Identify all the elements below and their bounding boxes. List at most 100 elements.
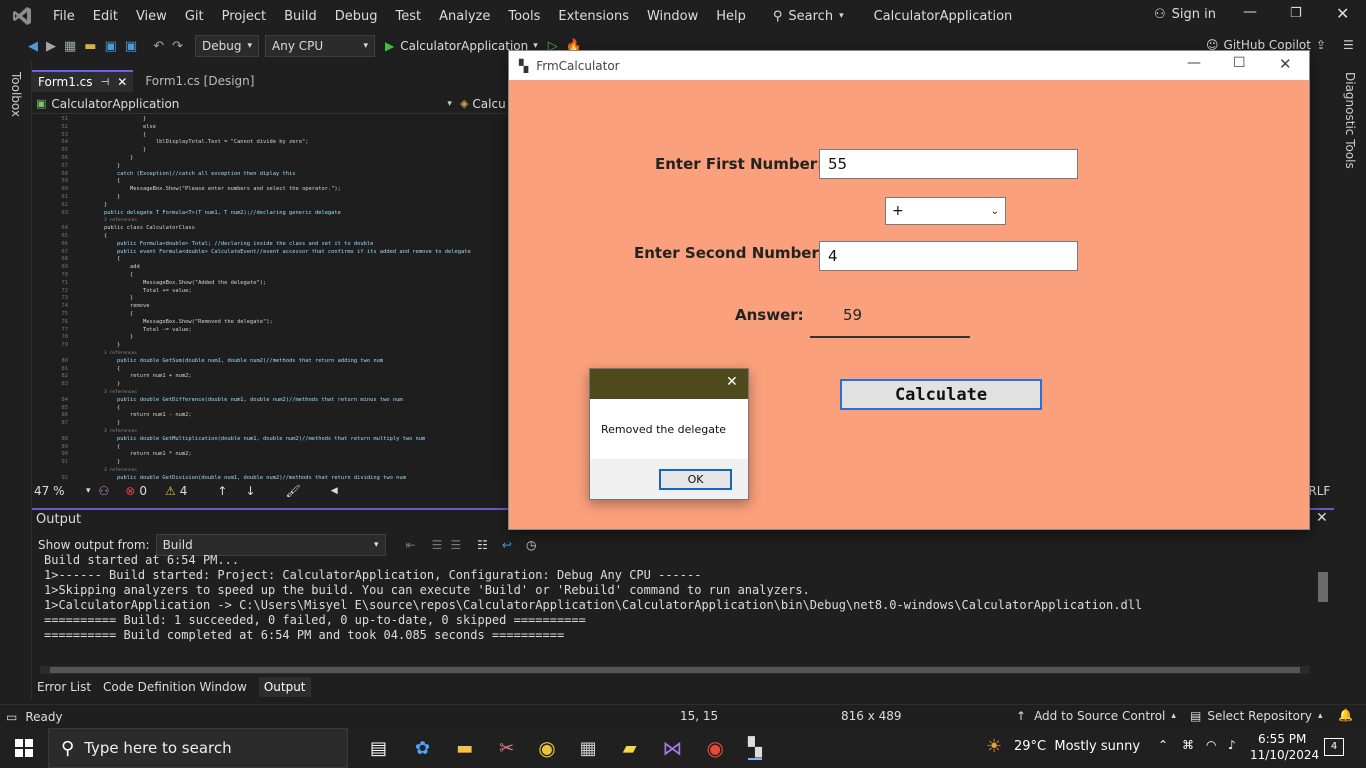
tab-error-list[interactable]: Error List xyxy=(37,680,91,694)
sticky-notes-icon[interactable]: ▰ xyxy=(623,738,637,759)
volume-icon[interactable]: ♪ xyxy=(1228,738,1236,752)
menu-edit[interactable]: Edit xyxy=(84,9,127,24)
file-explorer-icon[interactable]: ▬ xyxy=(456,738,473,759)
form-title-bar[interactable]: ▚ FrmCalculator — ☐ ✕ xyxy=(509,51,1309,80)
code-lens-references[interactable]: 3 references xyxy=(104,350,137,358)
close-button[interactable]: ✕ xyxy=(1336,4,1349,23)
wifi-icon[interactable]: ◠ xyxy=(1206,738,1216,752)
scrollbar-thumb[interactable] xyxy=(1318,572,1328,602)
output-text[interactable]: Build started at 6:54 PM... 1>------ Buil… xyxy=(44,553,1142,643)
chevron-up-icon[interactable]: ⌃ xyxy=(1158,738,1168,752)
warning-count[interactable]: 4 xyxy=(180,484,188,498)
form-minimize-button[interactable]: — xyxy=(1187,55,1201,71)
chrome-icon[interactable]: ◉ xyxy=(538,736,555,760)
menu-extensions[interactable]: Extensions xyxy=(549,9,638,24)
chevron-down-icon[interactable]: ▾ xyxy=(86,486,91,496)
tab-code-definition[interactable]: Code Definition Window xyxy=(103,680,247,694)
source-control-button[interactable]: ↑ Add to Source Control ▴ xyxy=(1016,709,1176,723)
chrome-profile-icon[interactable]: ◉ xyxy=(707,736,724,760)
minimize-button[interactable]: — xyxy=(1243,4,1257,20)
diagnostic-tools-tab[interactable]: Diagnostic Tools xyxy=(1343,72,1357,169)
share-icon[interactable]: ⇪ xyxy=(1316,38,1326,52)
select-repository-button[interactable]: ▤ Select Repository ▴ xyxy=(1190,709,1323,723)
windows-start-icon[interactable] xyxy=(0,739,48,757)
code-lens-references[interactable]: 3 references xyxy=(104,217,137,225)
menu-window[interactable]: Window xyxy=(638,9,707,24)
feedback-icon[interactable]: ☰ xyxy=(1343,38,1354,52)
menu-test[interactable]: Test xyxy=(387,9,431,24)
zoom-level[interactable]: 47 % xyxy=(34,484,86,498)
weather-text[interactable]: 29°C Mostly sunny xyxy=(1014,739,1140,754)
toolbox-tab[interactable]: Toolbox xyxy=(9,72,23,117)
warning-icon[interactable]: ⚠ xyxy=(165,484,176,498)
restore-button[interactable]: ❐ xyxy=(1290,6,1302,21)
operator-select[interactable]: + ⌄ xyxy=(885,197,1006,225)
forward-icon[interactable]: ▶ xyxy=(46,39,56,54)
output-scrollbar[interactable] xyxy=(1318,558,1328,658)
undo-icon[interactable]: ↶ xyxy=(153,39,164,54)
menu-tools[interactable]: Tools xyxy=(499,9,549,24)
form-close-button[interactable]: ✕ xyxy=(1279,55,1292,73)
first-number-input[interactable]: 55 xyxy=(819,149,1078,179)
search-box[interactable]: ⚲ Search ▾ xyxy=(773,9,844,24)
word-wrap-icon[interactable]: ↩ xyxy=(502,538,512,552)
second-number-input[interactable]: 4 xyxy=(819,241,1078,271)
code-editor[interactable]: 51 } 52 else 53 {54 lblDisplayTotal.Text =… xyxy=(32,114,508,482)
pin-icon[interactable]: ⊣ xyxy=(101,77,110,88)
dialog-title-bar[interactable]: ✕ xyxy=(590,369,748,399)
code-lens-references[interactable]: 3 references xyxy=(104,389,137,397)
visual-studio-icon[interactable]: ⋈ xyxy=(663,736,683,760)
menu-view[interactable]: View xyxy=(127,9,176,24)
error-count[interactable]: 0 xyxy=(139,484,147,498)
running-app-icon[interactable]: ▚ xyxy=(747,737,762,760)
close-icon[interactable]: ✕ xyxy=(117,75,127,89)
clock-date[interactable]: 11/10/2024 xyxy=(1250,748,1319,762)
calculate-button[interactable]: Calculate xyxy=(840,379,1042,410)
chevron-down-icon[interactable]: ▾ xyxy=(447,99,452,109)
menu-project[interactable]: Project xyxy=(213,9,275,24)
tab-form1-cs[interactable]: Form1.cs ⊣ ✕ xyxy=(32,70,134,92)
ok-button[interactable]: OK xyxy=(659,469,732,490)
copilot-taskbar-icon[interactable]: ✿ xyxy=(415,738,430,759)
sign-in-button[interactable]: ⚇ Sign in xyxy=(1154,7,1216,22)
tab-form1-designer[interactable]: Form1.cs [Design] xyxy=(139,70,260,92)
scroll-left-icon[interactable]: ◀ xyxy=(331,486,338,496)
notification-bell-icon[interactable]: 🔔 xyxy=(1338,708,1353,722)
menu-git[interactable]: Git xyxy=(176,9,213,24)
configuration-select[interactable]: Debug ▾ xyxy=(195,35,259,57)
network-icon[interactable]: ⌘ xyxy=(1182,738,1194,752)
brush-icon[interactable]: 🖌 xyxy=(286,484,301,498)
menu-build[interactable]: Build xyxy=(275,9,326,24)
arrow-down-icon[interactable]: ↓ xyxy=(245,484,255,498)
calculator-icon[interactable]: ▦ xyxy=(580,738,597,759)
tab-output[interactable]: Output xyxy=(258,677,311,697)
clear-all-icon[interactable]: ☷ xyxy=(477,538,488,552)
menu-file[interactable]: File xyxy=(44,9,84,24)
save-all-icon[interactable]: ▣ xyxy=(125,39,137,54)
find-message-icon[interactable]: ⇤ xyxy=(406,538,416,552)
platform-select[interactable]: Any CPU ▾ xyxy=(265,35,375,57)
redo-icon[interactable]: ↷ xyxy=(172,39,183,54)
new-item-icon[interactable]: ▦ xyxy=(64,39,76,54)
close-icon[interactable]: ✕ xyxy=(1316,510,1328,526)
scrollbar-thumb[interactable] xyxy=(50,667,1300,673)
timestamp-icon[interactable]: ◷ xyxy=(526,538,536,552)
previous-message-icon[interactable]: ☰ xyxy=(432,538,443,552)
clock-time[interactable]: 6:55 PM xyxy=(1258,732,1306,746)
task-view-icon[interactable]: ▤ xyxy=(370,738,387,759)
notification-center-icon[interactable]: 4 xyxy=(1324,738,1344,756)
project-dropdown[interactable]: CalculatorApplication xyxy=(51,97,447,111)
menu-debug[interactable]: Debug xyxy=(326,9,387,24)
error-icon[interactable]: ⊗ xyxy=(125,484,135,498)
close-icon[interactable]: ✕ xyxy=(726,374,738,390)
next-message-icon[interactable]: ☰ xyxy=(450,538,461,552)
menu-help[interactable]: Help xyxy=(707,9,755,24)
taskbar-search-box[interactable]: ⚲ Type here to search xyxy=(48,728,348,768)
save-icon[interactable]: ▣ xyxy=(105,39,117,54)
code-lens-references[interactable]: 3 references xyxy=(104,428,137,436)
form-maximize-button[interactable]: ☐ xyxy=(1233,55,1246,71)
output-hscrollbar[interactable] xyxy=(40,666,1310,674)
type-dropdown[interactable]: Calcu xyxy=(472,97,505,111)
code-lens-references[interactable]: 3 references xyxy=(104,467,137,475)
back-icon[interactable]: ◀ xyxy=(28,39,38,54)
